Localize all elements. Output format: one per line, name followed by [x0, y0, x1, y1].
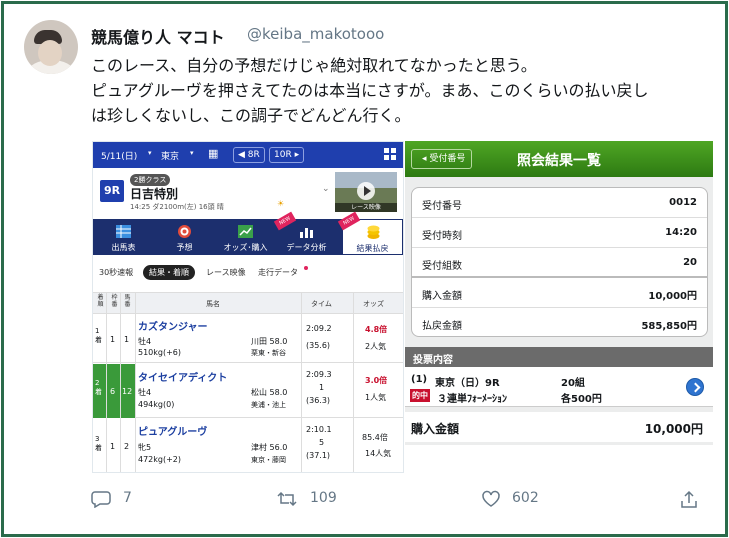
like-button[interactable]: 602	[481, 490, 539, 512]
table-row[interactable]: 3着 1 2 ピュアグルーヴ 牝5 472kg(+2) 津村 56.0 東京・藤…	[93, 419, 403, 472]
reply-icon	[91, 491, 111, 509]
race-nav: 出馬表 予想 オッズ･購入 データ分析 結果払戻 NEW NEW	[93, 211, 403, 255]
tab-running-data[interactable]: 走行データ	[258, 267, 298, 278]
horse-name-link[interactable]: カズタンジャー	[138, 318, 208, 333]
reply-button[interactable]: 7	[91, 490, 132, 512]
bet-receipt-screenshot[interactable]: 照会結果一覧 ◂ 受付番号 受付番号 0012 受付時刻 14:20 受付組数 …	[405, 141, 713, 445]
results-table-header: 着順 枠番 馬番 馬名 タイム オッズ	[93, 292, 403, 314]
tweet-line: ピュアグルーヴを押さえてたのは本当にさすが。まあ、このくらいの払い戻し	[91, 81, 649, 100]
play-icon[interactable]	[357, 182, 375, 200]
header-horse-no: 馬番	[124, 294, 131, 308]
tweet-line: このレース、自分の予想だけじゃ絶対取れてなかったと思う。	[91, 56, 537, 75]
race-name: 日吉特別	[130, 187, 179, 201]
result-subtabs: 30秒速報 結果・着順 レース映像 走行データ	[93, 262, 403, 284]
calendar-icon[interactable]: ▦	[208, 147, 218, 160]
table-icon	[116, 225, 131, 238]
chevron-down-icon: ▾	[148, 149, 152, 157]
user-handle[interactable]: @keiba_makotooo	[247, 25, 384, 43]
race-number: 9R	[100, 180, 124, 202]
tab-race-video[interactable]: レース映像	[206, 267, 246, 278]
tweet-frame: 競馬億り人 マコト @keiba_makotooo このレース、自分の予想だけじ…	[1, 1, 728, 537]
race-info: 14:25 ダ2100m(左) 16頭 晴	[130, 203, 224, 211]
list-item: 受付時刻 14:20	[412, 218, 707, 248]
horse-name-link[interactable]: ピュアグルーヴ	[138, 423, 207, 438]
coins-icon	[367, 225, 380, 239]
list-item: 払戻金額 585,850円	[422, 321, 697, 332]
video-label: レース映像	[335, 203, 397, 212]
chevron-right-icon[interactable]	[686, 378, 704, 396]
header-frame: 枠番	[111, 294, 118, 308]
nav-prediction[interactable]: 予想	[156, 219, 213, 255]
chevron-down-icon[interactable]: ⌄	[322, 184, 330, 194]
race-topbar: 5/11(日) ▾ 東京 ▾ ▦ ◀ 8R 10R ▸	[93, 142, 403, 168]
notification-dot	[304, 266, 308, 270]
heart-icon	[482, 490, 500, 507]
tab-quick-report[interactable]: 30秒速報	[99, 267, 133, 278]
bet-section-title: 投票内容	[405, 347, 713, 367]
receipt-header: 照会結果一覧 ◂ 受付番号	[405, 141, 713, 177]
list-item: 購入金額 10,000円	[412, 278, 707, 308]
next-race-button[interactable]: 10R ▸	[269, 147, 305, 163]
share-icon	[681, 490, 697, 508]
horse-name-link[interactable]: タイセイアディクト	[138, 369, 227, 384]
receipt-summary: 受付番号 0012 受付時刻 14:20 受付組数 20 購入金額 10,000…	[411, 187, 708, 337]
retweet-icon	[277, 491, 297, 507]
sun-icon: ☀	[277, 199, 285, 208]
list-item: 受付番号 0012	[412, 188, 707, 218]
list-item: 受付組数 20	[412, 248, 707, 278]
table-row[interactable]: 2着 6 12 タイセイアディクト 牡4 494kg(0) 松山 58.0 美浦…	[93, 364, 403, 418]
race-venue[interactable]: 東京	[161, 149, 179, 162]
odds-icon	[238, 225, 253, 238]
chevron-down-icon: ▾	[190, 149, 194, 157]
race-date[interactable]: 5/11(日)	[101, 149, 137, 162]
race-video-thumbnail[interactable]: レース映像	[335, 172, 397, 212]
header-odds: オッズ	[363, 300, 384, 308]
nav-odds[interactable]: オッズ･購入	[217, 219, 274, 255]
tweet-text: このレース、自分の予想だけじゃ絶対取れてなかったと思う。 ピュアグルーヴを押さえ…	[91, 53, 711, 128]
hit-badge: 的中	[410, 389, 430, 402]
retweet-button[interactable]: 109	[276, 490, 337, 512]
target-icon	[178, 225, 191, 238]
header-rank: 着順	[97, 294, 104, 308]
tweet-actions: 7 109 602	[4, 486, 725, 514]
back-button[interactable]: ◂ 受付番号	[411, 149, 473, 169]
display-name[interactable]: 競馬億り人 マコト	[91, 24, 225, 48]
grid-menu-icon[interactable]	[384, 148, 397, 161]
bet-detail-row[interactable]: (1) 東京（日）9R 20組 的中 ３連単ﾌｫｰﾒｰｼｮﾝ 各500円	[405, 367, 713, 407]
tab-results[interactable]: 結果・着順	[143, 265, 195, 280]
header-name: 馬名	[206, 300, 220, 308]
race-result-screenshot[interactable]: 5/11(日) ▾ 東京 ▾ ▦ ◀ 8R 10R ▸ 9R 2勝クラス 日吉特…	[92, 141, 404, 473]
purchase-total: 購入金額 10,000円	[405, 412, 713, 442]
chevron-left-icon: ◂	[422, 154, 427, 164]
nav-entries[interactable]: 出馬表	[95, 219, 152, 255]
avatar[interactable]	[24, 20, 78, 74]
share-button[interactable]	[680, 490, 698, 514]
prev-race-button[interactable]: ◀ 8R	[233, 147, 265, 163]
table-row[interactable]: 1着 1 1 カズタンジャー 牡4 510kg(+6) 川田 58.0 栗東・新…	[93, 314, 403, 363]
bar-chart-icon	[300, 228, 313, 238]
header-time: タイム	[311, 300, 332, 308]
tweet-line: は珍しくないし、この調子でどんどん行く。	[91, 106, 411, 125]
